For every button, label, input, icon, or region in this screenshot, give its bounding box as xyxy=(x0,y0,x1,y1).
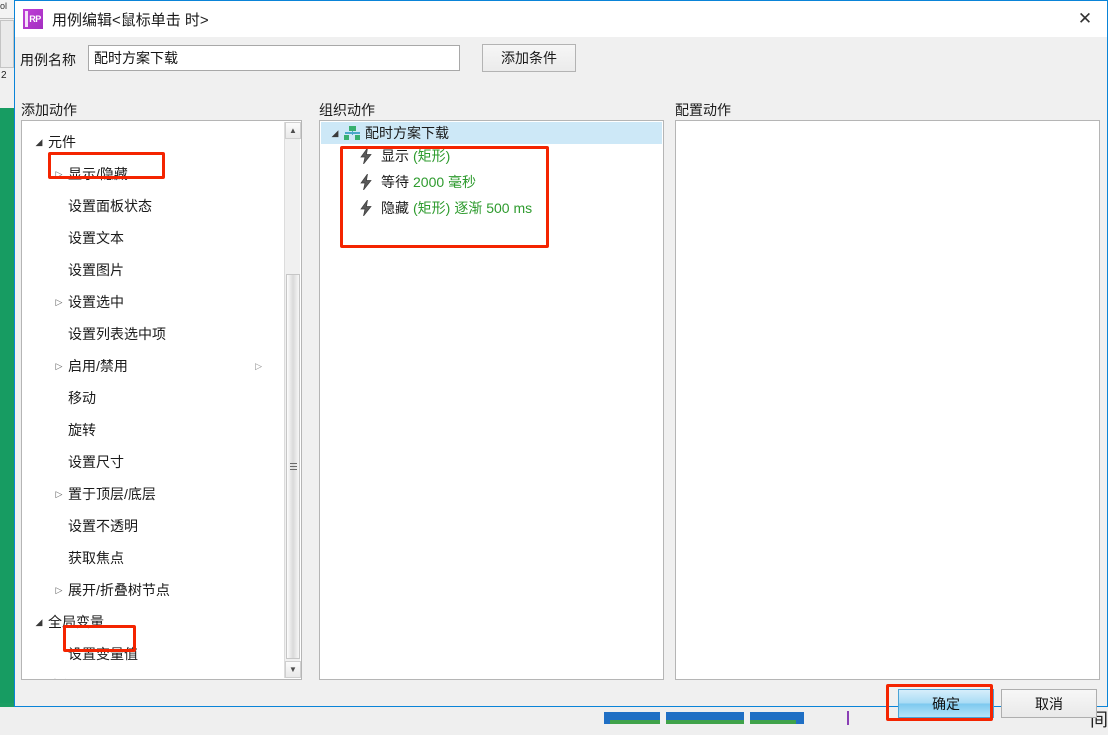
collapsed-caret-icon[interactable]: ▷ xyxy=(52,489,66,500)
backdrop-green-panel xyxy=(0,108,14,703)
scroll-up-icon[interactable]: ▲ xyxy=(285,122,301,139)
lightning-bolt-icon xyxy=(360,148,374,164)
action-item-name: 隐藏 xyxy=(381,200,409,216)
expanded-caret-icon[interactable]: ◢ xyxy=(32,137,46,148)
tree-item[interactable]: ◢ 元件 xyxy=(22,126,284,158)
collapsed-caret-icon[interactable]: ▷ xyxy=(52,585,66,596)
group-expand-caret-icon[interactable]: ◢ xyxy=(327,128,343,139)
tree-item[interactable]: 设置图片 xyxy=(22,254,284,286)
add-condition-button[interactable]: 添加条件 xyxy=(482,44,576,72)
tree-item-label: 设置不透明 xyxy=(68,518,138,534)
use-case-name-label: 用例名称 xyxy=(20,52,76,68)
add-action-panel: ◢ 元件 ▷ 显示/隐藏 设置面板状态 设置文本 设置图片 ▷ 设置选中 设置列表选中项 ▷ 启用/禁… xyxy=(21,120,302,680)
backdrop-timeline-tick xyxy=(744,712,750,724)
backdrop-timeline-marker xyxy=(847,711,849,725)
backdrop-timeline-tick xyxy=(660,712,666,724)
use-case-editor-dialog: RP 用例编辑<鼠标单击 时> ✕ 用例名称 添加条件 添加动作 组织动作 配置… xyxy=(14,0,1108,718)
tree-item[interactable]: 设置不透明 xyxy=(22,510,284,542)
action-item-parameter: 2000 毫秒 xyxy=(413,174,477,190)
configure-action-panel[interactable] xyxy=(675,120,1100,680)
tree-item-label: 展开/折叠树节点 xyxy=(68,582,170,598)
backdrop-left-box xyxy=(0,20,14,68)
collapsed-caret-icon[interactable]: ▷ xyxy=(52,169,66,180)
tree-item-label: 中继器 xyxy=(46,676,90,679)
tree-item[interactable]: 移动 xyxy=(22,382,284,414)
backdrop-left-number: 2 xyxy=(1,70,7,81)
action-item[interactable]: 显示 (矩形) xyxy=(360,145,450,167)
tree-item[interactable]: ▷ 置于顶层/底层 xyxy=(22,478,284,510)
tree-item[interactable]: 设置列表选中项 xyxy=(22,318,284,350)
use-case-name-row: 用例名称 添加条件 xyxy=(15,37,1107,87)
tree-item[interactable]: ▷中继器 xyxy=(22,670,284,679)
collapsed-caret-icon[interactable]: ▷ xyxy=(52,361,66,372)
sitemap-icon xyxy=(343,126,361,140)
organize-action-header: 组织动作 xyxy=(319,102,375,118)
organize-action-panel: ◢ 配时方案下载 显示 (矩形) 等待 2000 毫秒 隐藏 (矩形) 逐渐 500 ms xyxy=(319,120,664,680)
tree-item-label: 全局变量 xyxy=(48,614,104,630)
dialog-titlebar: RP 用例编辑<鼠标单击 时> ✕ xyxy=(15,1,1107,37)
backdrop-corner-text: ol xyxy=(0,1,8,11)
action-item-name: 显示 xyxy=(381,148,409,164)
expanded-caret-icon[interactable]: ◢ xyxy=(32,617,46,628)
tree-item-label: 获取焦点 xyxy=(68,550,124,566)
action-item-parameter: (矩形) xyxy=(413,148,451,164)
lightning-bolt-icon xyxy=(360,174,374,190)
submenu-arrow-icon[interactable]: ▷ xyxy=(255,361,262,372)
rp-icon-label: RP xyxy=(29,14,41,24)
tree-item[interactable]: ▷ 启用/禁用 ▷ xyxy=(22,350,284,382)
axure-rp-icon: RP xyxy=(23,9,43,29)
tree-item-label: 旋转 xyxy=(68,422,96,438)
action-item-parameter: 逐渐 500 ms xyxy=(454,200,533,216)
action-group-label: 配时方案下载 xyxy=(365,125,449,141)
tree-item-label: 置于顶层/底层 xyxy=(68,486,156,502)
dialog-title: 用例编辑<鼠标单击 时> xyxy=(52,11,209,29)
tree-item[interactable]: 旋转 xyxy=(22,414,284,446)
action-group-row[interactable]: ◢ 配时方案下载 xyxy=(321,122,662,144)
close-icon[interactable]: ✕ xyxy=(1063,1,1107,36)
cancel-button[interactable]: 取消 xyxy=(1001,689,1097,718)
action-item-parameter: (矩形) xyxy=(413,200,451,216)
tree-item[interactable]: ▷ 显示/隐藏 xyxy=(22,158,284,190)
backdrop-timeline-green xyxy=(610,720,796,724)
action-tree[interactable]: ◢ 元件 ▷ 显示/隐藏 设置面板状态 设置文本 设置图片 ▷ 设置选中 设置列表选中项 ▷ 启用/禁… xyxy=(22,121,284,679)
scrollbar-thumb[interactable] xyxy=(286,274,300,659)
use-case-name-input[interactable] xyxy=(88,45,460,71)
tree-item-label: 设置文本 xyxy=(68,230,124,246)
tree-item-label: 设置尺寸 xyxy=(68,454,124,470)
configure-action-header: 配置动作 xyxy=(675,102,731,118)
tree-item[interactable]: ▷ 展开/折叠树节点 xyxy=(22,574,284,606)
tree-item-label: 启用/禁用 xyxy=(68,358,128,374)
action-item[interactable]: 等待 2000 毫秒 xyxy=(360,171,476,193)
tree-item-label: 设置变量值 xyxy=(68,646,138,662)
add-action-header: 添加动作 xyxy=(21,102,77,118)
collapsed-caret-icon[interactable]: ▷ xyxy=(52,297,66,308)
ok-button[interactable]: 确定 xyxy=(898,689,994,718)
tree-item[interactable]: ▷ 设置选中 xyxy=(22,286,284,318)
tree-item[interactable]: 设置变量值 xyxy=(22,638,284,670)
action-item[interactable]: 隐藏 (矩形) 逐渐 500 ms xyxy=(360,197,532,219)
tree-item-label: 设置图片 xyxy=(68,262,124,278)
tree-item[interactable]: 设置尺寸 xyxy=(22,446,284,478)
tree-item[interactable]: 获取焦点 xyxy=(22,542,284,574)
tree-item[interactable]: 设置文本 xyxy=(22,222,284,254)
tree-item[interactable]: ◢ 全局变量 xyxy=(22,606,284,638)
tree-item-label: 设置列表选中项 xyxy=(68,326,166,342)
tree-item-label: 设置选中 xyxy=(68,294,124,310)
action-tree-scrollbar[interactable]: ▲ ▼ xyxy=(284,122,301,678)
tree-item[interactable]: 设置面板状态 xyxy=(22,190,284,222)
tree-item-label: 显示/隐藏 xyxy=(68,166,128,182)
tree-item-label: 元件 xyxy=(48,134,76,150)
scrollbar-grip-icon xyxy=(289,463,297,470)
tree-item-label: 移动 xyxy=(68,390,96,406)
lightning-bolt-icon xyxy=(360,200,374,216)
action-item-name: 等待 xyxy=(381,174,409,190)
scroll-down-icon[interactable]: ▼ xyxy=(285,661,301,678)
tree-item-label: 设置面板状态 xyxy=(68,198,152,214)
